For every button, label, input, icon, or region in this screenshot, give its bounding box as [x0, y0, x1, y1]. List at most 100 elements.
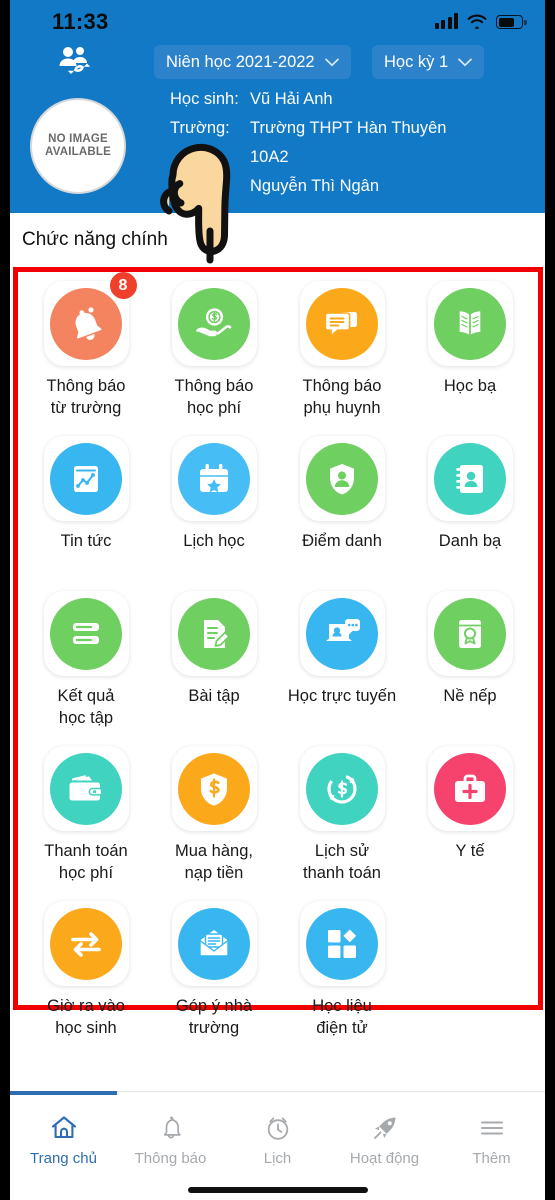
home-icon — [49, 1113, 79, 1143]
bottom-navigation: Trang chủ Thông báo Lịch Hoạt động Thêm — [10, 1091, 545, 1200]
function-tile[interactable]: Danh bạ — [406, 431, 534, 586]
student-name: Vũ Hải Anh — [250, 90, 333, 108]
function-tile[interactable]: Thông báo phụ huynh — [278, 276, 406, 431]
function-tile-label: Danh bạ — [438, 532, 502, 550]
function-tile[interactable]: Y tế — [406, 741, 534, 896]
function-tile[interactable]: Học trực tuyến — [278, 586, 406, 741]
online-class-icon — [306, 597, 378, 670]
bottom-nav-item[interactable]: Lịch — [224, 1092, 331, 1192]
function-tile-surface[interactable] — [43, 746, 129, 831]
bottom-nav-label: Thêm — [472, 1150, 511, 1167]
school-label: Trường: — [170, 119, 230, 137]
bell-icon — [50, 287, 122, 360]
function-tile-surface[interactable] — [171, 901, 257, 986]
function-tile[interactable]: Giờ ra vào học sinh — [22, 896, 150, 1051]
function-tile-label: Tin tức — [60, 532, 112, 550]
function-tile-label: Lịch sử thanh toán — [303, 842, 381, 882]
function-tile-surface[interactable] — [171, 281, 257, 366]
status-bar: 11:33 — [10, 0, 545, 44]
function-tile-label: Bài tập — [188, 687, 240, 705]
function-tile-label: Mua hàng, nạp tiền — [175, 842, 253, 882]
conduct-award-icon — [434, 597, 506, 670]
function-tile[interactable]: Học liệu điện tử — [278, 896, 406, 1051]
function-tile[interactable]: Lịch sử thanh toán — [278, 741, 406, 896]
bottom-nav-label: Thông báo — [134, 1150, 207, 1167]
function-tile[interactable]: Nề nếp — [406, 586, 534, 741]
function-tile-surface[interactable] — [427, 281, 513, 366]
function-tile[interactable]: Góp ý nhà trường — [150, 896, 278, 1051]
bottom-nav-item[interactable]: Hoạt động — [331, 1092, 438, 1192]
functions-grid: 8 Thông báo từ trường Thông báo học phí Thô… — [18, 272, 538, 1051]
calendar-star-icon — [178, 442, 250, 515]
function-tile-surface[interactable] — [427, 746, 513, 831]
alarm-icon — [263, 1113, 293, 1143]
function-tile-surface[interactable] — [171, 591, 257, 676]
notification-badge: 8 — [109, 272, 137, 299]
function-tile-label: Kết quả học tập — [57, 687, 115, 727]
function-tile-surface[interactable] — [171, 436, 257, 521]
phone-screen: 11:33 Niên học 2021-2022 Học kỳ 1 NO IMA… — [10, 0, 545, 1200]
function-tile[interactable]: Bài tập — [150, 586, 278, 741]
function-tile-label: Học trực tuyến — [287, 687, 397, 705]
function-tile-label: Lịch học — [183, 532, 245, 550]
bottom-nav-item[interactable]: Trang chủ — [10, 1092, 117, 1192]
payment-history-icon — [306, 752, 378, 825]
header-selectors-row: Niên học 2021-2022 Học kỳ 1 — [10, 44, 545, 90]
function-tile-surface[interactable] — [299, 746, 385, 831]
function-tile-surface[interactable] — [427, 591, 513, 676]
function-tile-label: Thông báo từ trường — [46, 377, 126, 417]
money-hand-icon — [178, 287, 250, 360]
news-chart-icon — [50, 442, 122, 515]
results-list-icon — [50, 597, 122, 670]
school-year-label: Niên học 2021-2022 — [166, 52, 315, 71]
function-tile-label: Thông báo phụ huynh — [302, 377, 382, 417]
envelope-icon — [178, 907, 250, 980]
chevron-down-icon — [458, 58, 473, 66]
bottom-nav-items: Trang chủ Thông báo Lịch Hoạt động Thêm — [10, 1092, 545, 1192]
function-tile-label: Thanh toán học phí — [44, 842, 128, 882]
function-tile[interactable]: Học bạ — [406, 276, 534, 431]
function-tile-surface[interactable] — [299, 436, 385, 521]
function-tile[interactable]: Thông báo học phí — [150, 276, 278, 431]
function-tile-surface[interactable]: 8 — [43, 272, 137, 366]
function-tile[interactable]: 8 Thông báo từ trường — [22, 272, 150, 431]
grid-blocks-icon — [306, 907, 378, 980]
function-tile-label: Y tế — [455, 842, 485, 860]
check-inout-icon — [50, 907, 122, 980]
contact-book-icon — [434, 442, 506, 515]
function-tile-surface[interactable] — [427, 436, 513, 521]
function-tile-surface[interactable] — [43, 901, 129, 986]
bottom-nav-label: Trang chủ — [30, 1150, 97, 1167]
function-tile-surface[interactable] — [171, 746, 257, 831]
status-bar-time: 11:33 — [52, 9, 109, 34]
function-tile[interactable]: Mua hàng, nạp tiền — [150, 741, 278, 896]
function-tile-label: Thông báo học phí — [174, 377, 254, 417]
function-tile-surface[interactable] — [299, 901, 385, 986]
function-tile[interactable]: Thanh toán học phí — [22, 741, 150, 896]
function-tile-surface[interactable] — [43, 436, 129, 521]
school-name: Trường THPT Hàn Thuyên — [250, 119, 447, 137]
bottom-nav-label: Lịch — [263, 1150, 292, 1167]
function-tile[interactable]: Điểm danh — [278, 431, 406, 586]
functions-highlight-box: 8 Thông báo từ trường Thông báo học phí Thô… — [13, 267, 543, 1037]
hamburger-icon — [477, 1113, 507, 1143]
function-tile-label: Góp ý nhà trường — [175, 997, 253, 1037]
home-indicator-bar — [187, 1187, 368, 1193]
bell-icon — [156, 1113, 186, 1143]
function-tile-surface[interactable] — [299, 591, 385, 676]
app-header: 11:33 Niên học 2021-2022 Học kỳ 1 NO IMA… — [10, 0, 545, 213]
function-tile[interactable]: Tin tức — [22, 431, 150, 586]
function-tile-surface[interactable] — [43, 591, 129, 676]
function-tile-surface[interactable] — [299, 281, 385, 366]
school-year-dropdown[interactable]: Niên học 2021-2022 — [154, 45, 351, 79]
function-tile[interactable]: Lịch học — [150, 431, 278, 586]
avatar[interactable]: NO IMAGE AVAILABLE — [30, 98, 126, 194]
bottom-nav-item[interactable]: Thông báo — [117, 1092, 224, 1192]
semester-dropdown[interactable]: Học kỳ 1 — [372, 45, 485, 79]
bottom-nav-item[interactable]: Thêm — [438, 1092, 545, 1192]
avatar-line1: NO IMAGE — [48, 133, 108, 145]
function-tile[interactable]: Kết quả học tập — [22, 586, 150, 741]
switch-account-icon[interactable] — [58, 44, 92, 76]
active-tab-indicator — [10, 1091, 117, 1095]
teacher-name: Nguyễn Thì Ngân — [250, 177, 380, 195]
